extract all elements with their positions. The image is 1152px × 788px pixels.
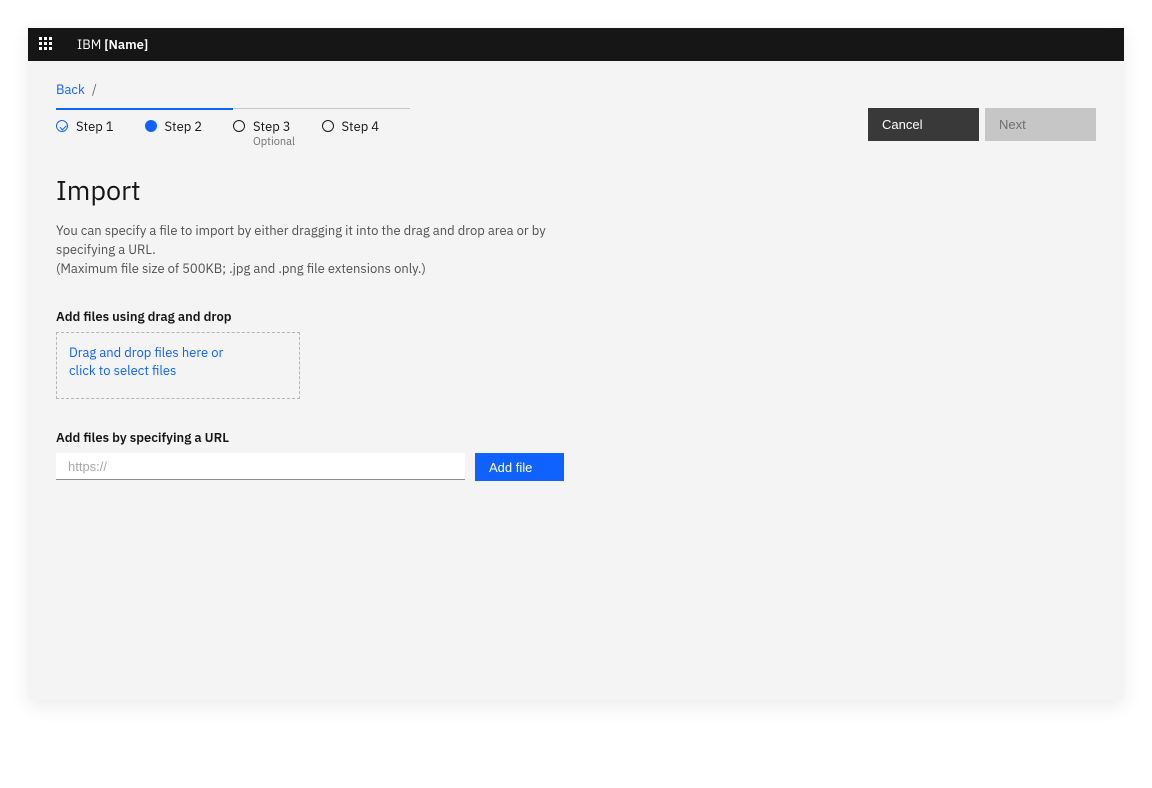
brand-name: [Name] <box>104 36 148 53</box>
dragdrop-section-label: Add files using drag and drop <box>56 308 1096 325</box>
back-link[interactable]: Back <box>56 81 85 98</box>
step-label: Step 3 <box>253 118 295 135</box>
step-label: Step 2 <box>165 118 203 135</box>
breadcrumb: Back / <box>56 81 1096 98</box>
step-2[interactable]: Step 2 <box>145 109 234 149</box>
url-input[interactable] <box>56 453 465 480</box>
file-dropzone[interactable]: Drag and drop files here or click to sel… <box>56 332 300 399</box>
add-file-button[interactable]: Add file <box>475 453 564 481</box>
breadcrumb-separator: / <box>92 81 97 98</box>
stepper: Step 1 Step 2 Step 3 Optional <box>56 108 410 149</box>
url-section-label: Add files by specifying a URL <box>56 429 1096 446</box>
step-upcoming-icon <box>233 120 245 132</box>
step-label: Step 4 <box>342 118 380 135</box>
app-frame: IBM [Name] Back / Step 1 <box>28 28 1124 700</box>
steps-row: Step 1 Step 2 Step 3 Optional <box>56 108 1096 149</box>
brand-prefix: IBM <box>77 36 101 53</box>
step-4[interactable]: Step 4 <box>322 109 411 149</box>
step-upcoming-icon <box>322 120 334 132</box>
header-bar: IBM [Name] <box>28 28 1124 61</box>
app-switcher-icon[interactable] <box>39 37 55 53</box>
step-current-icon <box>145 120 157 132</box>
step-complete-icon <box>56 120 68 132</box>
url-row: Add file <box>56 453 1096 481</box>
step-sublabel: Optional <box>253 135 295 149</box>
step-3[interactable]: Step 3 Optional <box>233 109 322 149</box>
body: Back / Step 1 Step 2 <box>28 61 1124 700</box>
step-1[interactable]: Step 1 <box>56 109 145 149</box>
next-button[interactable]: Next <box>985 108 1096 141</box>
page-title: Import <box>56 173 1096 208</box>
page-desc-line1: You can specify a file to import by eith… <box>56 222 546 258</box>
cancel-button[interactable]: Cancel <box>868 108 979 141</box>
step-label: Step 1 <box>76 118 114 135</box>
page-desc-line2: (Maximum file size of 500KB; .jpg and .p… <box>56 260 426 277</box>
page-wrapper: IBM [Name] Back / Step 1 <box>0 0 1152 788</box>
dropzone-text: Drag and drop files here or click to sel… <box>69 344 229 380</box>
page-description: You can specify a file to import by eith… <box>56 221 576 278</box>
wizard-actions: Cancel Next <box>868 108 1096 141</box>
